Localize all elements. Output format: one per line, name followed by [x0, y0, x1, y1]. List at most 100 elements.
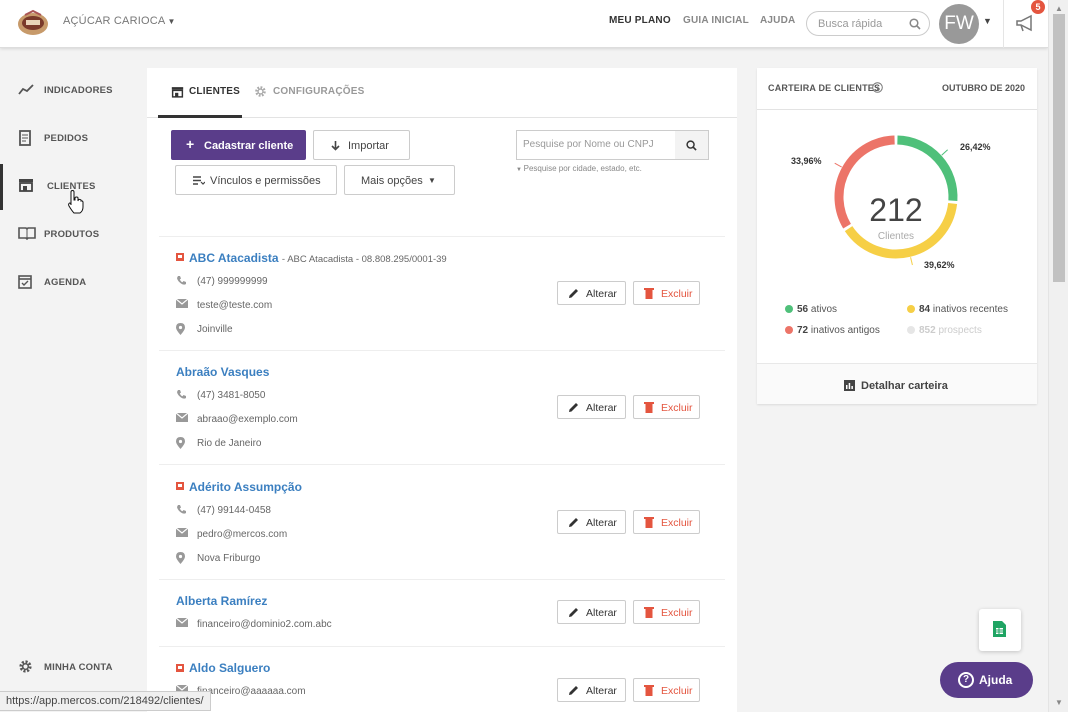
legend-count: 852: [919, 325, 936, 336]
help-button[interactable]: ? Ajuda: [940, 662, 1033, 698]
detail-portfolio-label: Detalhar carteira: [861, 380, 948, 392]
map-pin-icon: [176, 323, 185, 335]
scroll-down-icon[interactable]: ▼: [1055, 698, 1063, 707]
client-name-label: ABC Atacadista: [189, 251, 279, 265]
document-icon: [19, 130, 31, 146]
links-permissions-button[interactable]: Vínculos e permissões: [175, 165, 337, 195]
quick-search-input[interactable]: Busca rápida: [806, 11, 930, 36]
client-name[interactable]: ABC Atacadista - ABC Atacadista - 08.808…: [189, 251, 447, 265]
legend-dot: [785, 326, 793, 334]
search-hint[interactable]: ▼ Pesquise por cidade, estado, etc.: [516, 164, 642, 173]
legend-inativos-recentes: 84 inativos recentes: [907, 304, 1008, 315]
portfolio-period: OUTUBRO DE 2020: [941, 83, 1025, 93]
sidebar-item-label: AGENDA: [44, 277, 87, 288]
pencil-icon: [569, 289, 578, 298]
mail-icon: [176, 413, 188, 422]
edit-button[interactable]: Alterar: [557, 510, 626, 534]
sidebar-item-pedidos[interactable]: PEDIDOS: [0, 116, 146, 162]
trash-icon: [644, 288, 654, 299]
scroll-up-icon[interactable]: ▲: [1055, 4, 1063, 13]
legend-count: 56: [797, 304, 809, 315]
search-hint-label: Pesquise por cidade, estado, etc.: [523, 164, 642, 173]
delete-button[interactable]: Excluir: [633, 510, 700, 534]
company-selector[interactable]: AÇÚCAR CARIOCA ▼: [63, 15, 176, 27]
mail-icon: [176, 528, 188, 537]
client-name[interactable]: Alberta Ramírez: [176, 594, 267, 608]
trash-icon: [644, 607, 654, 618]
sidebar: INDICADORES PEDIDOS CLIENTES PRODUTOS AG…: [0, 48, 146, 712]
phone-icon: [177, 276, 186, 285]
delete-button[interactable]: Excluir: [633, 600, 700, 624]
clients-panel: CLIENTES CONFIGURAÇÕES + Cadastrar clien…: [147, 68, 737, 712]
spreadsheet-icon: [993, 621, 1006, 637]
delete-label: Excluir: [661, 517, 693, 529]
store-icon: [19, 179, 33, 192]
pencil-icon: [569, 608, 578, 617]
page-scrollbar[interactable]: ▲ ▼: [1048, 0, 1068, 712]
nav-meu-plano[interactable]: MEU PLANO: [609, 15, 671, 26]
avatar[interactable]: FW: [939, 4, 979, 44]
divider: [159, 350, 725, 351]
delete-label: Excluir: [661, 288, 693, 300]
book-icon: [18, 227, 36, 240]
client-email-value: financeiro@aaaaaa.com: [197, 686, 306, 697]
list-filter-icon: [193, 176, 205, 185]
slice-label-inativos-antigos: 33,96%: [791, 156, 822, 166]
caret-down-icon[interactable]: ▼: [983, 16, 992, 26]
donut-total-label: Clientes: [878, 231, 914, 242]
edit-button[interactable]: Alterar: [557, 600, 626, 624]
donut-leader-line: [834, 162, 842, 168]
trash-icon: [644, 685, 654, 696]
edit-button[interactable]: Alterar: [557, 395, 626, 419]
sidebar-item-agenda[interactable]: AGENDA: [0, 260, 146, 306]
flag-icon: [176, 253, 184, 261]
phone-icon: [177, 505, 186, 514]
mail-icon: [176, 618, 188, 627]
sidebar-item-label: PRODUTOS: [44, 229, 100, 240]
links-permissions-label: Vínculos e permissões: [210, 175, 321, 187]
donut-leader-line: [941, 149, 948, 156]
client-name[interactable]: Abraão Vasques: [176, 365, 269, 379]
trend-icon: [18, 84, 34, 95]
nav-ajuda[interactable]: AJUDA: [760, 15, 795, 26]
client-name[interactable]: Aldo Salguero: [189, 661, 270, 675]
delete-button[interactable]: Excluir: [633, 395, 700, 419]
edit-label: Alterar: [586, 517, 617, 529]
divider: [159, 646, 725, 647]
client-phone-value: (47) 99144-0458: [197, 505, 271, 516]
client-search-button[interactable]: [675, 130, 709, 160]
delete-label: Excluir: [661, 607, 693, 619]
create-client-button[interactable]: + Cadastrar cliente: [171, 130, 306, 160]
sidebar-item-produtos[interactable]: PRODUTOS: [0, 212, 146, 258]
delete-button[interactable]: Excluir: [633, 281, 700, 305]
company-logo[interactable]: [17, 9, 49, 37]
megaphone-icon[interactable]: [1015, 13, 1037, 36]
trash-icon: [644, 402, 654, 413]
import-button[interactable]: Importar: [313, 130, 410, 160]
sidebar-item-indicadores[interactable]: INDICADORES: [0, 68, 146, 114]
edit-label: Alterar: [586, 402, 617, 414]
edit-button[interactable]: Alterar: [557, 281, 626, 305]
pencil-icon: [569, 686, 578, 695]
sidebar-item-minha-conta[interactable]: MINHA CONTA: [0, 645, 146, 691]
nav-guia-inicial[interactable]: GUIA INICIAL: [683, 15, 749, 26]
pencil-icon: [569, 518, 578, 527]
export-sheet-button[interactable]: [979, 609, 1021, 651]
quick-search-placeholder: Busca rápida: [818, 18, 883, 30]
plus-icon: +: [186, 136, 195, 152]
pencil-icon: [569, 403, 578, 412]
info-icon[interactable]: [872, 82, 883, 93]
tab-configuracoes[interactable]: CONFIGURAÇÕES: [273, 86, 365, 97]
edit-button[interactable]: Alterar: [557, 678, 626, 702]
client-subtitle: - ABC Atacadista - 08.808.295/0001-39: [281, 254, 447, 265]
detail-portfolio-button[interactable]: Detalhar carteira: [757, 363, 1037, 404]
more-options-button[interactable]: Mais opções ▼: [344, 165, 455, 195]
browser-status-url: https://app.mercos.com/218492/clientes/: [0, 691, 211, 711]
tab-indicator: [158, 115, 242, 118]
tab-clientes[interactable]: CLIENTES: [189, 86, 240, 97]
scrollbar-thumb[interactable]: [1053, 14, 1065, 282]
sidebar-item-label: PEDIDOS: [44, 133, 89, 144]
delete-button[interactable]: Excluir: [633, 678, 700, 702]
client-phone-value: (47) 999999999: [197, 276, 268, 287]
client-name[interactable]: Adérito Assumpção: [189, 480, 302, 494]
